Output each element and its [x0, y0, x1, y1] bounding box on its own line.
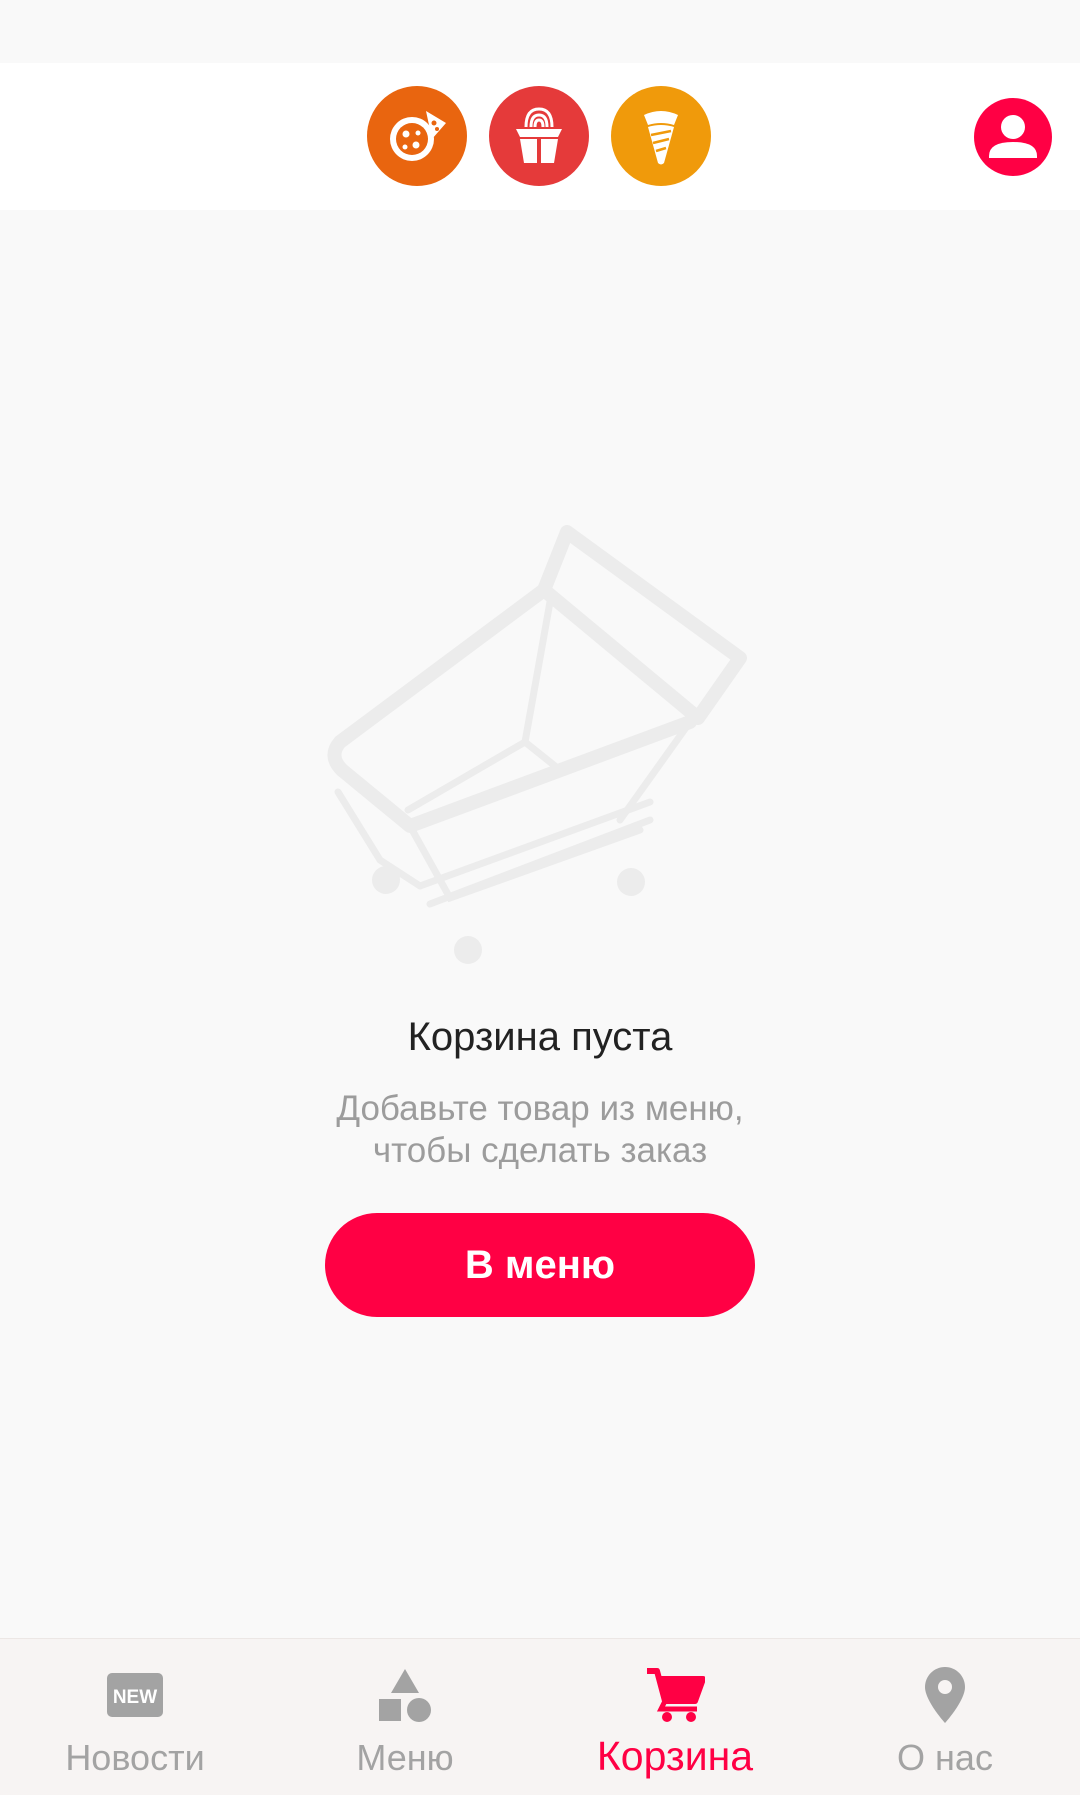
shawarma-icon [644, 111, 678, 165]
nav-label-about: О нас [897, 1737, 993, 1778]
new-badge-icon: NEW [95, 1663, 175, 1727]
profile-button[interactable] [974, 98, 1052, 176]
empty-cart-title: Корзина пуста [407, 1015, 673, 1059]
nav-label-cart: Корзина [596, 1733, 754, 1779]
cart-icon [635, 1663, 715, 1727]
empty-cart-subtitle: Добавьте товар из меню, чтобы сделать за… [290, 1088, 790, 1172]
category-pizza[interactable] [367, 86, 467, 186]
nav-label-menu: Меню [356, 1737, 454, 1778]
nav-label-news: Новости [65, 1737, 205, 1778]
noodle-box-icon [516, 107, 562, 163]
nav-item-news[interactable]: NEW Новости [0, 1639, 270, 1795]
bottom-navigation: NEW Новости Меню Корзина О нас [0, 1638, 1080, 1795]
shapes-icon [365, 1663, 445, 1727]
nav-item-about[interactable]: О нас [810, 1639, 1080, 1795]
empty-cart-subtitle-line1: Добавьте товар из меню, [336, 1089, 744, 1128]
empty-cart-icon [320, 520, 760, 970]
category-wok[interactable] [489, 86, 589, 186]
empty-cart-subtitle-line2: чтобы сделать заказ [372, 1131, 708, 1170]
category-shawarma[interactable] [611, 86, 711, 186]
go-to-menu-button[interactable]: В меню [325, 1213, 755, 1317]
svg-text:NEW: NEW [113, 1687, 157, 1708]
status-bar [0, 0, 1080, 63]
user-profile-icon [974, 98, 1052, 176]
pizza-icon [390, 111, 446, 161]
nav-item-menu[interactable]: Меню [270, 1639, 540, 1795]
location-pin-icon [905, 1663, 985, 1727]
nav-item-cart[interactable]: Корзина [540, 1639, 810, 1795]
